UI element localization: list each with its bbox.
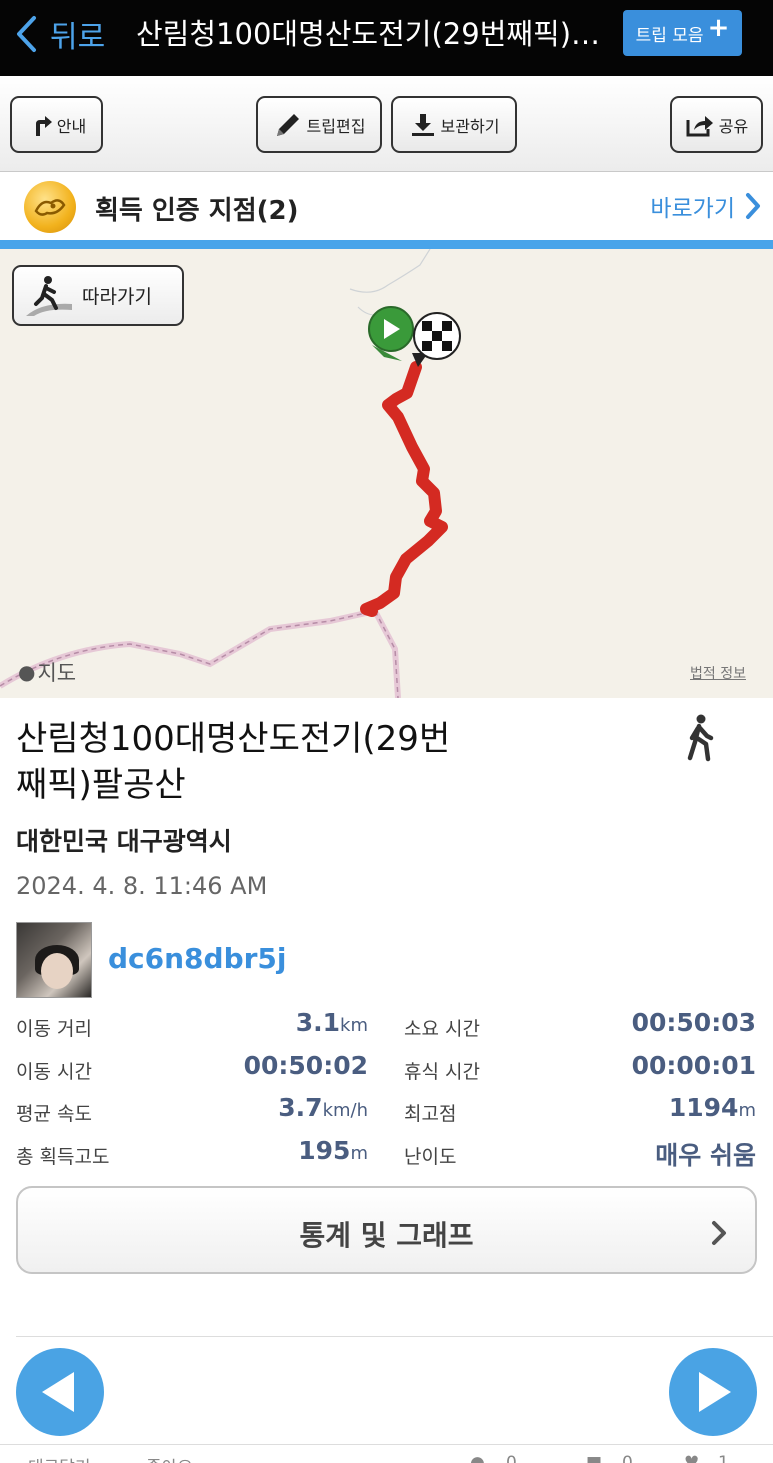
plus-icon: + [707, 13, 730, 43]
route-map[interactable]: 따라가기 ● 지도 법적 정보 [0, 249, 773, 698]
bottom-action-bar: 대구달기 좋아요 ● 0 ■ 0 ♥ 1 [0, 1444, 773, 1463]
top-nav-bar: 뒤로 산림청100대명산도전기(29번째픽)팔공산 트립 모음 + [0, 0, 773, 76]
comment-count: 0 [506, 1453, 517, 1463]
stats-graph-label: 통계 및 그래프 [299, 1219, 474, 1252]
save-label: 보관하기 [440, 116, 500, 136]
map-attribution-label: 지도 [37, 661, 77, 685]
heart-count: 1 [718, 1453, 729, 1463]
elevation-gain-unit: m [350, 1143, 368, 1164]
finish-flag-icon [412, 312, 461, 367]
follow-label: 따라가기 [82, 286, 152, 308]
moving-time-value: 00:50:02 [243, 1051, 368, 1080]
guide-button[interactable]: 안내 [10, 96, 103, 153]
previous-trip-button[interactable] [16, 1348, 104, 1436]
chevron-right-icon [746, 193, 760, 219]
distance-label: 이동 거리 [16, 1018, 92, 1040]
elevation-gain-label: 총 획득고도 [16, 1146, 110, 1168]
rest-time-value: 00:00:01 [631, 1051, 756, 1080]
elevation-gain-number: 195 [298, 1136, 351, 1165]
max-altitude-value: 1194m [669, 1093, 756, 1122]
avg-speed-unit: km/h [322, 1100, 368, 1121]
distance-number: 3.1 [295, 1008, 341, 1037]
distance-value: 3.1km [296, 1008, 368, 1037]
page-title: 산림청100대명산도전기(29번째픽)팔공산 [136, 17, 606, 51]
username-link[interactable]: dc6n8dbr5j [108, 942, 287, 975]
go-to-label: 바로가기 [650, 196, 735, 222]
distance-unit: km [340, 1015, 368, 1036]
avg-speed-label: 평균 속도 [16, 1103, 92, 1125]
section-divider [0, 240, 773, 249]
avg-speed-number: 3.7 [278, 1093, 323, 1122]
list-count: 0 [622, 1453, 633, 1463]
list-icon[interactable]: ■ [586, 1453, 602, 1463]
elevation-gain-value: 195m [298, 1136, 368, 1165]
certification-row[interactable]: 획득 인증 지점(2) 바로가기 [0, 172, 773, 240]
gold-medal-icon [24, 181, 76, 233]
avg-speed-value: 3.7km/h [278, 1093, 368, 1122]
share-button[interactable]: 공유 [670, 96, 763, 153]
hiking-icon [686, 714, 716, 766]
chevron-left-icon [17, 16, 36, 52]
share-label: 공유 [718, 116, 749, 136]
walking-path-icon [26, 275, 72, 316]
apple-logo-icon: ● [18, 660, 36, 684]
moving-time-label: 이동 시간 [16, 1061, 92, 1083]
edit-trip-button[interactable]: 트립편집 [256, 96, 382, 153]
trip-datetime: 2024. 4. 8. 11:46 AM [16, 872, 268, 900]
download-icon [411, 113, 434, 136]
duration-value: 00:50:03 [631, 1008, 756, 1037]
start-pin-icon [368, 306, 414, 361]
map-attribution: ● 지도 [18, 657, 76, 687]
follow-button[interactable]: 따라가기 [12, 265, 184, 326]
back-label: 뒤로 [50, 20, 106, 55]
triangle-left-icon [42, 1372, 74, 1412]
duration-label: 소요 시간 [404, 1018, 480, 1040]
share-icon [686, 115, 713, 136]
max-altitude-label: 최고점 [404, 1103, 457, 1125]
pencil-icon [276, 113, 299, 136]
max-altitude-number: 1194 [668, 1093, 739, 1122]
go-to-link[interactable]: 바로가기 [650, 189, 761, 223]
heart-icon[interactable]: ♥ [684, 1453, 699, 1463]
like-text[interactable]: 좋아요 [146, 1453, 193, 1463]
legal-info-link[interactable]: 법적 정보 [690, 663, 746, 683]
bottom-left-text[interactable]: 대구달기 [28, 1453, 91, 1463]
trip-collect-button[interactable]: 트립 모음 + [623, 10, 742, 56]
save-button[interactable]: 보관하기 [391, 96, 517, 153]
trip-collect-label: 트립 모음 [635, 25, 704, 46]
difficulty-value: 매우 쉬움 [655, 1141, 756, 1170]
chevron-right-icon [712, 1221, 726, 1245]
toolbar: 안내 트립편집 보관하기 공유 [0, 76, 773, 172]
rest-time-label: 휴식 시간 [404, 1061, 480, 1083]
certification-title: 획득 인증 지점(2) [95, 196, 299, 226]
difficulty-label: 난이도 [404, 1146, 457, 1168]
next-trip-button[interactable] [669, 1348, 757, 1436]
trip-region: 대한민국 대구광역시 [16, 827, 232, 856]
back-button[interactable]: 뒤로 [14, 12, 105, 56]
avatar-face [41, 953, 73, 989]
edit-trip-label: 트립편집 [306, 116, 366, 136]
trip-title: 산림청100대명산도전기(29번째픽)팔공산 [16, 719, 451, 805]
guide-label: 안내 [56, 116, 87, 136]
max-altitude-unit: m [738, 1100, 756, 1121]
stats-graph-button[interactable]: 통계 및 그래프 [16, 1186, 757, 1274]
divider [16, 1336, 773, 1337]
triangle-right-icon [699, 1372, 731, 1412]
turn-sign-icon [35, 115, 52, 136]
comment-icon[interactable]: ● [470, 1453, 485, 1463]
avatar[interactable] [16, 922, 92, 998]
